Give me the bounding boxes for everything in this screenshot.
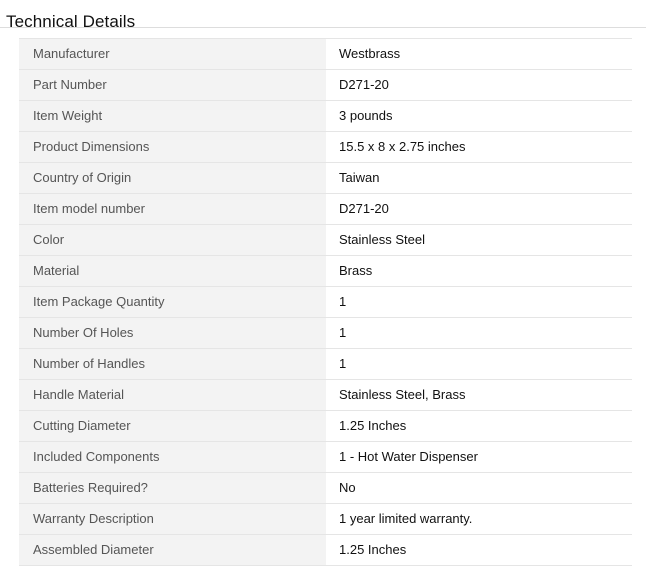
row-label: Item Package Quantity xyxy=(19,286,326,318)
row-value: Stainless Steel xyxy=(326,224,632,256)
row-value: 1 xyxy=(326,286,632,318)
table-row: Color Stainless Steel xyxy=(19,224,632,256)
title-divider xyxy=(0,27,646,28)
table-row: Handle Material Stainless Steel, Brass xyxy=(19,379,632,411)
row-label: Cutting Diameter xyxy=(19,410,326,442)
table-row: Number Of Holes 1 xyxy=(19,317,632,349)
row-value: Stainless Steel, Brass xyxy=(326,379,632,411)
table-row: Batteries Required? No xyxy=(19,472,632,504)
row-value: 1.25 Inches xyxy=(326,534,632,566)
row-value: 1 xyxy=(326,317,632,349)
table-row: Warranty Description 1 year limited warr… xyxy=(19,503,632,535)
table-row: Included Components 1 - Hot Water Dispen… xyxy=(19,441,632,473)
row-value: D271-20 xyxy=(326,69,632,101)
row-label: Assembled Diameter xyxy=(19,534,326,566)
table-row: Item Weight 3 pounds xyxy=(19,100,632,132)
row-label: Number of Handles xyxy=(19,348,326,380)
row-value: No xyxy=(326,472,632,504)
table-row: Item model number D271-20 xyxy=(19,193,632,225)
row-value: D271-20 xyxy=(326,193,632,225)
row-value: 1 - Hot Water Dispenser xyxy=(326,441,632,473)
table-row: Product Dimensions 15.5 x 8 x 2.75 inche… xyxy=(19,131,632,163)
row-label: Material xyxy=(19,255,326,287)
row-value: Westbrass xyxy=(326,38,632,70)
row-value: 1 year limited warranty. xyxy=(326,503,632,535)
row-label: Product Dimensions xyxy=(19,131,326,163)
row-value: 1 xyxy=(326,348,632,380)
table-row: Material Brass xyxy=(19,255,632,287)
table-row: Cutting Diameter 1.25 Inches xyxy=(19,410,632,442)
row-label: Manufacturer xyxy=(19,38,326,70)
table-row: Item Package Quantity 1 xyxy=(19,286,632,318)
table-row: Part Number D271-20 xyxy=(19,69,632,101)
row-label: Part Number xyxy=(19,69,326,101)
row-label: Color xyxy=(19,224,326,256)
row-label: Item Weight xyxy=(19,100,326,132)
row-label: Country of Origin xyxy=(19,162,326,194)
row-value: 15.5 x 8 x 2.75 inches xyxy=(326,131,632,163)
row-label: Batteries Required? xyxy=(19,472,326,504)
table-row: Assembled Diameter 1.25 Inches xyxy=(19,534,632,566)
table-row: Manufacturer Westbrass xyxy=(19,38,632,70)
technical-details-table: Manufacturer Westbrass Part Number D271-… xyxy=(19,38,632,566)
row-label: Handle Material xyxy=(19,379,326,411)
row-label: Item model number xyxy=(19,193,326,225)
table-row: Number of Handles 1 xyxy=(19,348,632,380)
row-value: 1.25 Inches xyxy=(326,410,632,442)
row-value: 3 pounds xyxy=(326,100,632,132)
row-label: Included Components xyxy=(19,441,326,473)
table-row: Country of Origin Taiwan xyxy=(19,162,632,194)
row-label: Number Of Holes xyxy=(19,317,326,349)
row-value: Brass xyxy=(326,255,632,287)
section-title: Technical Details xyxy=(6,12,136,32)
row-label: Warranty Description xyxy=(19,503,326,535)
row-value: Taiwan xyxy=(326,162,632,194)
